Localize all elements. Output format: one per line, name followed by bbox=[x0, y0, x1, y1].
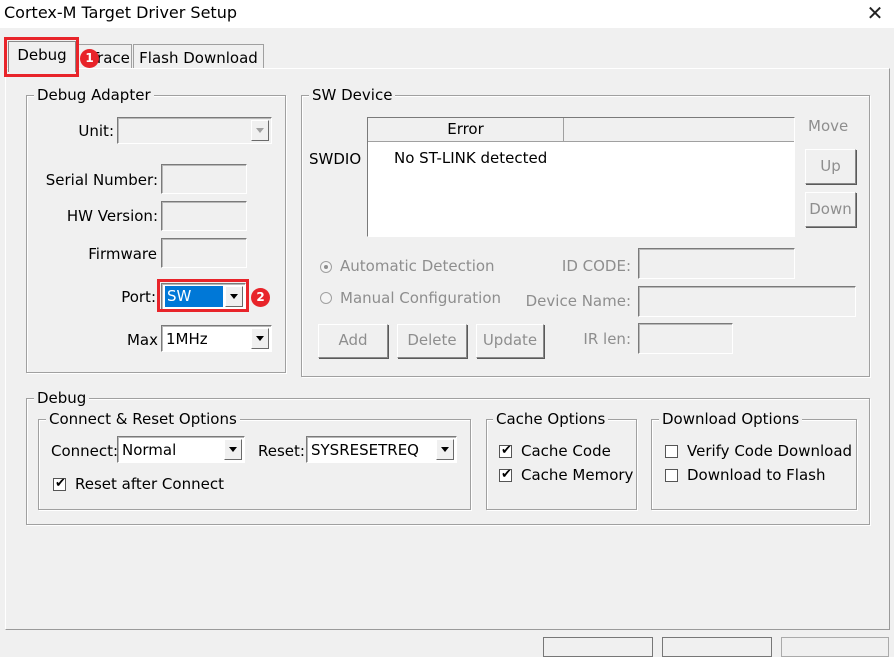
annotation-badge-2: 2 bbox=[251, 288, 270, 307]
cache-code-label: Cache Code bbox=[521, 442, 611, 460]
reset-label: Reset: bbox=[258, 442, 305, 460]
table-row-value: No ST-LINK detected bbox=[394, 149, 548, 167]
manual-configuration-label: Manual Configuration bbox=[340, 289, 502, 307]
automatic-detection-radio[interactable] bbox=[320, 261, 332, 273]
download-options-legend: Download Options bbox=[659, 410, 803, 428]
apply-button[interactable] bbox=[781, 637, 889, 657]
swdio-label: SWDIO bbox=[309, 150, 362, 168]
unit-dropdown-icon[interactable] bbox=[251, 120, 269, 141]
table-header-error[interactable]: Error bbox=[368, 118, 564, 141]
serial-number-label: Serial Number: bbox=[45, 171, 158, 189]
close-icon[interactable]: ✕ bbox=[864, 2, 886, 24]
checkmark-icon: ✔ bbox=[501, 467, 512, 482]
add-button[interactable]: Add bbox=[318, 324, 388, 358]
connect-value: Normal bbox=[122, 441, 177, 459]
hw-version-field bbox=[161, 201, 247, 231]
reset-dropdown-icon[interactable] bbox=[436, 439, 454, 460]
update-button[interactable]: Update bbox=[476, 324, 544, 358]
unit-select[interactable] bbox=[117, 117, 272, 144]
cache-memory-checkbox[interactable]: ✔ bbox=[499, 467, 512, 482]
connect-select[interactable]: Normal bbox=[117, 436, 245, 463]
reset-after-connect-checkbox[interactable]: ✔ bbox=[53, 476, 66, 491]
device-name-label: Device Name: bbox=[525, 292, 631, 310]
download-to-flash-checkbox[interactable] bbox=[665, 469, 678, 482]
ok-button[interactable] bbox=[543, 637, 653, 657]
reset-value: SYSRESETREQ bbox=[311, 441, 419, 459]
id-code-field bbox=[638, 248, 795, 279]
ir-len-field bbox=[638, 323, 733, 354]
manual-configuration-radio[interactable] bbox=[320, 292, 332, 304]
sw-device-table[interactable]: Error No ST-LINK detected bbox=[367, 117, 795, 237]
device-name-field bbox=[638, 286, 856, 317]
tab-flash-download-label: Flash Download bbox=[139, 49, 258, 67]
firmware-field bbox=[161, 238, 247, 268]
max-clock-value: 1MHz bbox=[166, 330, 208, 348]
ir-len-label: IR len: bbox=[583, 330, 631, 348]
firmware-label: Firmware bbox=[88, 245, 157, 263]
serial-number-field bbox=[161, 164, 247, 194]
move-up-button[interactable]: Up bbox=[805, 149, 856, 184]
cache-code-checkbox[interactable]: ✔ bbox=[499, 443, 512, 458]
delete-button[interactable]: Delete bbox=[397, 324, 467, 358]
reset-select[interactable]: SYSRESETREQ bbox=[306, 436, 457, 463]
cancel-button[interactable] bbox=[662, 637, 772, 657]
id-code-label: ID CODE: bbox=[561, 257, 631, 275]
connect-label: Connect: bbox=[51, 442, 119, 460]
table-header: Error bbox=[368, 118, 794, 142]
window-title: Cortex-M Target Driver Setup bbox=[4, 3, 237, 22]
reset-after-connect-label: Reset after Connect bbox=[75, 475, 224, 493]
automatic-detection-label: Automatic Detection bbox=[340, 257, 495, 275]
move-down-button[interactable]: Down bbox=[805, 192, 856, 227]
tab-debug-label: Debug bbox=[17, 46, 67, 64]
connect-reset-legend: Connect & Reset Options bbox=[46, 410, 240, 428]
title-bar: Cortex-M Target Driver Setup ✕ bbox=[0, 0, 894, 28]
move-label: Move bbox=[808, 117, 849, 135]
connect-reset-group bbox=[38, 419, 471, 510]
cache-options-legend: Cache Options bbox=[493, 410, 609, 428]
tab-debug[interactable]: Debug bbox=[8, 41, 76, 72]
connect-dropdown-icon[interactable] bbox=[224, 439, 242, 460]
max-clock-dropdown-icon[interactable] bbox=[251, 328, 269, 349]
max-clock-select[interactable]: 1MHz bbox=[161, 325, 272, 352]
table-header-blank[interactable] bbox=[564, 118, 794, 141]
port-value: SW bbox=[165, 286, 223, 307]
checkmark-icon: ✔ bbox=[55, 476, 66, 491]
port-dropdown-icon[interactable] bbox=[225, 286, 243, 307]
verify-code-download-label: Verify Code Download bbox=[687, 442, 853, 460]
unit-label: Unit: bbox=[78, 122, 114, 140]
checkmark-icon: ✔ bbox=[501, 443, 512, 458]
debug-legend: Debug bbox=[34, 389, 90, 407]
debug-adapter-legend: Debug Adapter bbox=[34, 86, 154, 104]
tab-flash-download[interactable]: Flash Download bbox=[133, 44, 264, 71]
hw-version-label: HW Version: bbox=[66, 207, 158, 225]
sw-device-legend: SW Device bbox=[309, 86, 396, 104]
max-label: Max bbox=[126, 331, 158, 349]
verify-code-download-checkbox[interactable] bbox=[665, 445, 678, 458]
port-label: Port: bbox=[121, 288, 156, 306]
cache-memory-label: Cache Memory bbox=[521, 466, 634, 484]
annotation-badge-1: 1 bbox=[80, 49, 99, 68]
download-to-flash-label: Download to Flash bbox=[687, 466, 826, 484]
port-select[interactable]: SW bbox=[161, 283, 246, 310]
